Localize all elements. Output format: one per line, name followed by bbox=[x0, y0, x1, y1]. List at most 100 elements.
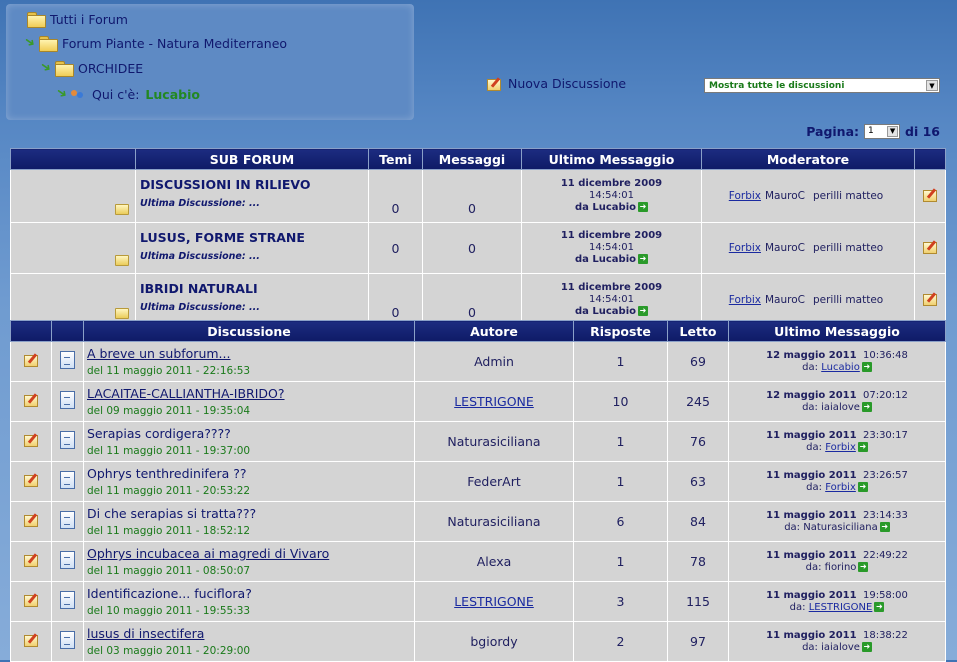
header-risposte[interactable]: Risposte bbox=[573, 320, 668, 342]
new-post-icon[interactable] bbox=[23, 633, 39, 647]
discussion-filter-select[interactable]: Mostra tutte le discussioni ▼ bbox=[704, 78, 940, 93]
subforum-name[interactable]: IBRIDI NATURALI bbox=[140, 281, 368, 296]
go-to-last-icon[interactable]: ➜ bbox=[861, 401, 872, 412]
discussion-author[interactable]: Naturasiciliana bbox=[447, 434, 540, 449]
new-post-icon[interactable] bbox=[922, 188, 938, 202]
last-message-date: 11 maggio 2011 bbox=[766, 629, 857, 641]
moderator-link[interactable]: Forbix bbox=[729, 242, 761, 254]
last-message-time: 23:14:33 bbox=[862, 509, 908, 521]
moderator[interactable]: perilli matteo bbox=[813, 242, 883, 254]
who-user[interactable]: Lucabio bbox=[145, 87, 200, 102]
header-autore[interactable]: Autore bbox=[414, 320, 574, 342]
discussion-title[interactable]: lusus di insectifera bbox=[87, 626, 414, 641]
last-message-time: 23:30:17 bbox=[862, 429, 908, 441]
subforum-row: IBRIDI NATURALI Ultima Discussione: ... … bbox=[10, 273, 946, 327]
go-to-last-icon[interactable]: ➜ bbox=[879, 521, 890, 532]
subforum-name[interactable]: DISCUSSIONI IN RILIEVO bbox=[140, 177, 368, 192]
moderator[interactable]: perilli matteo bbox=[813, 190, 883, 202]
go-to-last-icon[interactable]: ➜ bbox=[861, 641, 872, 652]
moderator-link[interactable]: Forbix bbox=[729, 294, 761, 306]
last-message-author[interactable]: fiorino bbox=[825, 562, 857, 573]
discussion-title[interactable]: A breve un subforum... bbox=[87, 346, 414, 361]
discussion-reads: 245 bbox=[667, 381, 729, 422]
breadcrumb-all-forums[interactable]: Tutti i Forum bbox=[50, 12, 128, 27]
discussion-title[interactable]: Ophrys incubacea ai magredi di Vivaro bbox=[87, 546, 414, 561]
last-message-date: 12 maggio 2011 bbox=[766, 389, 857, 401]
go-to-last-icon[interactable]: ➜ bbox=[638, 254, 648, 264]
new-post-icon[interactable] bbox=[23, 393, 39, 407]
moderator[interactable]: perilli matteo bbox=[813, 294, 883, 306]
discussion-title[interactable]: Ophrys tenthredinifera ?? bbox=[87, 466, 414, 481]
breadcrumb-forum[interactable]: Forum Piante - Natura Mediterraneo bbox=[62, 36, 287, 51]
discussion-table: Discussione Autore Risposte Letto Ultimo… bbox=[10, 320, 946, 662]
new-post-icon[interactable] bbox=[23, 593, 39, 607]
last-message-author[interactable]: iaialove bbox=[821, 642, 860, 653]
moderator[interactable]: MauroC bbox=[765, 294, 805, 306]
filter-selected-value: Mostra tutte le discussioni bbox=[709, 80, 845, 91]
breadcrumb: Tutti i Forum Forum Piante - Natura Medi… bbox=[6, 4, 414, 120]
moderator[interactable]: MauroC bbox=[765, 242, 805, 254]
go-to-last-icon[interactable]: ➜ bbox=[857, 481, 868, 492]
new-post-icon[interactable] bbox=[23, 353, 39, 367]
subforum-name[interactable]: LUSUS, FORME STRANE bbox=[140, 230, 368, 245]
go-to-last-icon[interactable]: ➜ bbox=[874, 601, 885, 612]
last-message-author[interactable]: Naturasiciliana bbox=[803, 522, 878, 533]
discussion-author[interactable]: bgiordy bbox=[470, 634, 517, 649]
discussion-author[interactable]: Naturasiciliana bbox=[447, 514, 540, 529]
header-discussione[interactable]: Discussione bbox=[83, 320, 415, 342]
discussion-title[interactable]: Identificazione... fuciflora? bbox=[87, 586, 414, 601]
discussion-author[interactable]: LESTRIGONE bbox=[454, 394, 534, 409]
breadcrumb-subforum[interactable]: ORCHIDEE bbox=[78, 61, 143, 76]
discussion-replies: 10 bbox=[573, 381, 668, 422]
doc-icon-cell bbox=[51, 461, 84, 502]
last-message-author[interactable]: Forbix bbox=[825, 442, 856, 453]
header-letto[interactable]: Letto bbox=[667, 320, 729, 342]
go-to-last-icon[interactable]: ➜ bbox=[858, 561, 869, 572]
doc-icon-cell bbox=[51, 621, 84, 662]
document-icon bbox=[60, 511, 75, 529]
discussion-title[interactable]: Di che serapias si tratta??? bbox=[87, 506, 414, 521]
page-select[interactable]: 1 ▼ bbox=[864, 124, 901, 139]
subforum-temi: 0 bbox=[368, 169, 423, 223]
subforum-action-cell bbox=[914, 222, 946, 274]
moderator[interactable]: MauroC bbox=[765, 190, 805, 202]
chevron-down-icon[interactable]: ▼ bbox=[926, 80, 938, 91]
new-post-icon[interactable] bbox=[23, 473, 39, 487]
last-message-author[interactable]: LESTRIGONE bbox=[809, 602, 873, 613]
go-to-last-icon[interactable]: ➜ bbox=[638, 202, 648, 212]
new-post-icon[interactable] bbox=[23, 513, 39, 527]
last-message-author[interactable]: Forbix bbox=[825, 482, 856, 493]
header-ultimo-messaggio: Ultimo Messaggio bbox=[521, 148, 702, 170]
discussion-author[interactable]: Admin bbox=[474, 354, 514, 369]
go-to-last-icon[interactable]: ➜ bbox=[861, 361, 872, 372]
document-icon bbox=[60, 551, 75, 569]
new-post-icon[interactable] bbox=[23, 433, 39, 447]
document-icon bbox=[60, 351, 75, 369]
discussion-author-cell: FederArt bbox=[414, 461, 574, 502]
go-to-last-icon[interactable]: ➜ bbox=[857, 441, 868, 452]
discussion-reads: 115 bbox=[667, 581, 729, 622]
folder-icon bbox=[115, 308, 129, 319]
folder-icon bbox=[115, 255, 129, 266]
discussion-author[interactable]: Alexa bbox=[477, 554, 512, 569]
last-message-prefix: da: bbox=[802, 641, 818, 653]
new-post-icon[interactable] bbox=[922, 240, 938, 254]
discussion-author-cell: LESTRIGONE bbox=[414, 381, 574, 422]
moderator-link[interactable]: Forbix bbox=[729, 190, 761, 202]
discussion-title[interactable]: LACAITAE-CALLIANTHA-IBRIDO? bbox=[87, 386, 414, 401]
go-to-last-icon[interactable]: ➜ bbox=[638, 306, 648, 316]
discussion-title[interactable]: Serapias cordigera???? bbox=[87, 426, 414, 441]
last-message-author[interactable]: iaialove bbox=[821, 402, 860, 413]
header-ultimo-messaggio[interactable]: Ultimo Messaggio bbox=[728, 320, 946, 342]
discussion-title-cell: Identificazione... fuciflora? del 10 magg… bbox=[83, 581, 415, 622]
last-message-prefix: da: bbox=[802, 401, 818, 413]
new-post-icon[interactable] bbox=[922, 292, 938, 306]
doc-icon-cell bbox=[51, 421, 84, 462]
table-row: Serapias cordigera???? del 11 maggio 2011… bbox=[10, 421, 946, 462]
new-discussion-link[interactable]: Nuova Discussione bbox=[486, 76, 626, 91]
last-message-author[interactable]: Lucabio bbox=[821, 362, 860, 373]
discussion-author[interactable]: LESTRIGONE bbox=[454, 594, 534, 609]
new-post-icon[interactable] bbox=[23, 553, 39, 567]
discussion-author[interactable]: FederArt bbox=[467, 474, 521, 489]
chevron-down-icon[interactable]: ▼ bbox=[887, 126, 899, 137]
